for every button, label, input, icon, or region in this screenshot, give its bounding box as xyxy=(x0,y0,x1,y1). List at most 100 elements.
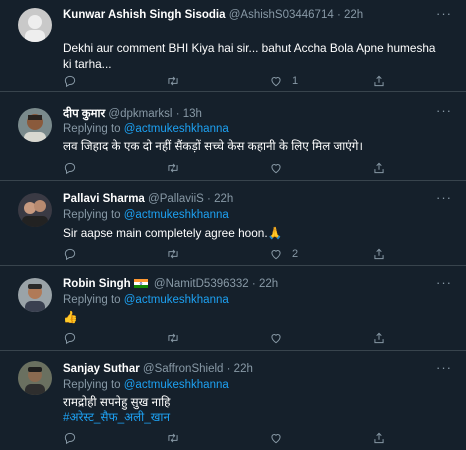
tweet-5[interactable]: Sanjay Suthar @SaffronShield · 22h ··· R… xyxy=(0,351,466,450)
tweet-header: Kunwar Ashish Singh Sisodia @AshishS0344… xyxy=(63,9,434,21)
user-handle[interactable]: @AshishS03446714 xyxy=(229,9,334,21)
tweet-text: लव जिहाद के एक दो नहीं सैंकड़ों सच्चे के… xyxy=(63,139,363,153)
separator-dot: · xyxy=(207,193,211,205)
more-icon[interactable]: ··· xyxy=(436,103,452,118)
tweet-header: Sanjay Suthar @SaffronShield · 22h xyxy=(63,363,434,375)
replying-to: Replying to @actmukeshkhanna xyxy=(63,294,229,306)
share-icon xyxy=(374,332,384,344)
retweet-button[interactable] xyxy=(166,247,189,261)
replying-to-mention[interactable]: @actmukeshkhanna xyxy=(124,379,229,391)
reply-icon xyxy=(64,75,76,88)
display-name[interactable]: Pallavi Sharma xyxy=(63,193,145,205)
tweet-text: Sir aapse main completely agree hoon.🙏 xyxy=(63,226,283,240)
tweet-2[interactable]: दीप कुमार @dpkmarksl · 13h ··· Replying … xyxy=(0,92,466,181)
reply-button[interactable] xyxy=(63,431,86,445)
reply-button[interactable] xyxy=(63,74,86,88)
avatar[interactable] xyxy=(18,108,52,142)
timestamp[interactable]: 22h xyxy=(344,9,363,21)
reply-icon xyxy=(64,332,76,345)
separator-dot: · xyxy=(251,278,256,290)
replying-to-mention[interactable]: @actmukeshkhanna xyxy=(124,209,229,221)
like-count: 2 xyxy=(292,248,299,260)
tweet-actions xyxy=(63,431,426,447)
replying-to: Replying to @actmukeshkhanna xyxy=(63,379,229,391)
retweet-button[interactable] xyxy=(166,431,189,445)
share-button[interactable] xyxy=(372,331,386,345)
separator-dot: · xyxy=(175,108,180,120)
tweet-header: दीप कुमार @dpkmarksl · 13h xyxy=(63,106,434,121)
tweet-text: रामद्रोही सपनेहु सुख नाहि xyxy=(63,395,171,409)
reply-icon xyxy=(64,432,76,445)
replying-to: Replying to @actmukeshkhanna xyxy=(63,123,229,135)
like-button[interactable]: 2 xyxy=(269,247,298,261)
more-icon[interactable]: ··· xyxy=(436,6,452,21)
india-flag-icon xyxy=(133,279,148,288)
share-icon xyxy=(374,432,384,444)
timestamp[interactable]: 22h xyxy=(234,363,253,375)
retweet-icon xyxy=(168,249,178,259)
retweet-icon xyxy=(168,333,178,343)
display-name[interactable]: दीप कुमार xyxy=(63,108,105,120)
reply-button[interactable] xyxy=(63,331,86,345)
reply-icon xyxy=(64,162,76,175)
tweet-3[interactable]: Pallavi Sharma @PallaviiS · 22h ··· Repl… xyxy=(0,181,466,266)
user-handle[interactable]: @dpkmarksl xyxy=(108,108,172,120)
more-icon[interactable]: ··· xyxy=(436,360,452,375)
timestamp[interactable]: 13h xyxy=(183,108,202,120)
user-handle[interactable]: @PallaviiS xyxy=(148,193,204,205)
retweet-icon xyxy=(168,76,178,86)
replying-to-label: Replying to xyxy=(63,294,121,306)
tweet-text: Dekhi aur comment BHI Kiya hai sir... ba… xyxy=(63,41,436,71)
avatar[interactable] xyxy=(18,193,52,227)
replying-to-mention[interactable]: @actmukeshkhanna xyxy=(124,123,229,135)
user-handle[interactable]: @SaffronShield xyxy=(143,363,224,375)
reply-button[interactable] xyxy=(63,161,86,175)
tweet-actions: 1 xyxy=(63,74,426,90)
like-icon xyxy=(271,164,281,174)
display-name[interactable]: Robin Singh xyxy=(63,278,131,290)
timestamp[interactable]: 22h xyxy=(259,278,278,290)
share-icon xyxy=(374,162,384,174)
avatar[interactable] xyxy=(18,8,52,42)
reply-button[interactable] xyxy=(63,247,86,261)
like-icon xyxy=(271,434,281,444)
like-button[interactable] xyxy=(269,161,292,175)
display-name[interactable]: Sanjay Suthar xyxy=(63,363,140,375)
avatar[interactable] xyxy=(18,278,52,312)
tweet-hashtag[interactable]: #अरेस्ट_सैफ_अली_खान xyxy=(63,409,444,425)
tweet-actions xyxy=(63,161,426,177)
share-icon xyxy=(374,248,384,260)
replying-to-mention[interactable]: @actmukeshkhanna xyxy=(124,294,229,306)
share-button[interactable] xyxy=(372,74,386,88)
more-icon[interactable]: ··· xyxy=(436,190,452,205)
tweet-header: Pallavi Sharma @PallaviiS · 22h xyxy=(63,193,434,205)
share-icon xyxy=(374,75,384,87)
reply-icon xyxy=(64,248,76,261)
separator-dot: · xyxy=(226,363,231,375)
replying-to: Replying to @actmukeshkhanna xyxy=(63,209,229,221)
tweet-text: 👍 xyxy=(63,310,78,324)
like-button[interactable] xyxy=(269,331,292,345)
display-name[interactable]: Kunwar Ashish Singh Sisodia xyxy=(63,9,226,21)
timestamp[interactable]: 22h xyxy=(214,193,233,205)
replying-to-label: Replying to xyxy=(63,123,121,135)
tweet-4[interactable]: Robin Singh @NamitD5396332 · 22h ··· Rep… xyxy=(0,266,466,351)
like-icon xyxy=(271,77,281,87)
retweet-button[interactable] xyxy=(166,161,189,175)
retweet-button[interactable] xyxy=(166,74,189,88)
like-icon xyxy=(271,334,281,344)
like-icon xyxy=(271,250,281,260)
replying-to-label: Replying to xyxy=(63,209,121,221)
user-handle[interactable]: @NamitD5396332 xyxy=(154,278,249,290)
retweet-button[interactable] xyxy=(166,331,189,345)
avatar[interactable] xyxy=(18,361,52,395)
replying-to-label: Replying to xyxy=(63,379,121,391)
more-icon[interactable]: ··· xyxy=(436,275,452,290)
tweet-1[interactable]: Kunwar Ashish Singh Sisodia @AshishS0344… xyxy=(0,0,466,92)
share-button[interactable] xyxy=(372,161,386,175)
share-button[interactable] xyxy=(372,247,386,261)
like-button[interactable]: 1 xyxy=(269,74,298,88)
like-button[interactable] xyxy=(269,431,292,445)
like-count: 1 xyxy=(292,75,299,87)
share-button[interactable] xyxy=(372,431,386,445)
